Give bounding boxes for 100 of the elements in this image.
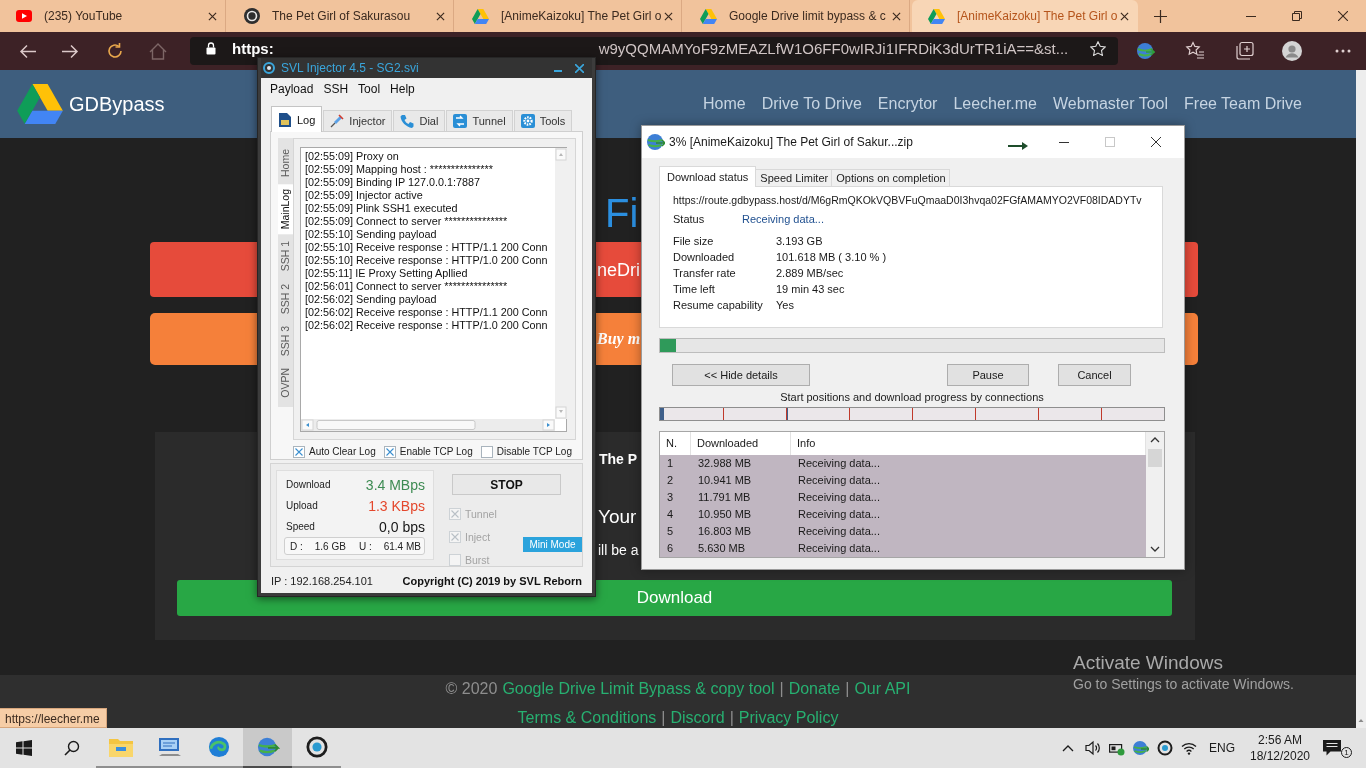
side-tab[interactable]: SSH 3: [278, 321, 293, 362]
more-icon[interactable]: [1335, 49, 1351, 53]
side-tab[interactable]: OVPN: [278, 363, 293, 404]
table-row[interactable]: 4 10.950 MB Receiving data...: [660, 506, 1146, 523]
total-label: D :: [290, 540, 303, 552]
clock-date[interactable]: 18/12/2020: [1249, 748, 1311, 764]
star-list-icon[interactable]: [1185, 41, 1205, 61]
plus-icon[interactable]: [1154, 9, 1167, 23]
close-icon[interactable]: [892, 11, 901, 21]
nav-link[interactable]: Leecher.me: [953, 95, 1037, 113]
tab[interactable]: Tools: [513, 110, 573, 131]
footer-link[interactable]: Privacy Policy: [738, 708, 839, 728]
menu-item[interactable]: Payload: [270, 82, 314, 96]
tab[interactable]: Download status: [659, 166, 757, 187]
ring-icon[interactable]: [1157, 740, 1173, 756]
side-tab[interactable]: SSH 1: [278, 236, 293, 277]
nav-link[interactable]: Drive To Drive: [761, 95, 862, 113]
url-text: https:: [232, 41, 274, 56]
log-line: [02:55:10] Sending payload: [305, 228, 438, 241]
tab[interactable]: Dial: [393, 110, 446, 131]
avatar-icon[interactable]: [1282, 41, 1302, 61]
log-line: [02:55:09] Mapping host : ***************: [305, 163, 494, 176]
checkbox[interactable]: [383, 445, 396, 458]
table-row[interactable]: 2 10.941 MB Receiving data...: [660, 472, 1146, 489]
minimize-icon[interactable]: [1246, 15, 1256, 17]
side-tab[interactable]: SSH 2: [278, 278, 293, 319]
speaker-icon[interactable]: [1085, 740, 1101, 756]
menu-item[interactable]: Help: [390, 82, 415, 96]
language-indicator[interactable]: ENG: [1209, 741, 1235, 755]
checkbox-label[interactable]: Auto Clear Log: [309, 446, 376, 457]
table-cell-text: 6: [666, 541, 674, 556]
play-icon: [16, 10, 32, 22]
stop-button[interactable]: STOP: [452, 474, 561, 495]
footer-link[interactable]: Google Drive Limit Bypass & copy tool: [502, 678, 775, 700]
side-tab[interactable]: MainLog: [278, 184, 293, 235]
nav-link[interactable]: Home: [702, 95, 746, 113]
hide-details-button[interactable]: << Hide details: [672, 364, 810, 386]
refresh-icon[interactable]: [106, 42, 124, 60]
globe-icon[interactable]: [1133, 740, 1149, 756]
nav-link[interactable]: Webmaster Tool: [1053, 95, 1169, 113]
tab[interactable]: Injector: [323, 110, 393, 131]
footer-link[interactable]: Our API: [854, 678, 911, 700]
close-icon[interactable]: [1338, 11, 1348, 21]
four-panes-icon[interactable]: [16, 740, 32, 756]
pause-button[interactable]: Pause: [947, 364, 1029, 386]
notification-icon[interactable]: [1323, 740, 1341, 756]
menu-item[interactable]: Tool: [358, 82, 381, 96]
vertical-scrollbar[interactable]: [555, 148, 567, 419]
close-icon[interactable]: [1120, 11, 1129, 21]
tab[interactable]: Options on completion: [832, 169, 950, 186]
scrollbar[interactable]: [1356, 70, 1366, 728]
nav-link[interactable]: Encrytor: [877, 95, 938, 113]
site-logo-text[interactable]: GDBypass: [69, 92, 165, 116]
footer-link[interactable]: Discord: [670, 708, 725, 728]
log-line: [02:55:09] Binding IP 127.0.0.1:7887: [305, 176, 482, 189]
close-icon[interactable]: [436, 11, 445, 21]
horizontal-scrollbar[interactable]: [301, 419, 555, 431]
tab[interactable]: Tunnel: [446, 110, 513, 131]
table-cell-text: 4: [666, 507, 674, 522]
table-cell-text: 10.950 MB: [697, 507, 752, 522]
field-label: Time left: [673, 282, 716, 297]
checkbox[interactable]: [480, 445, 493, 458]
forward-icon[interactable]: [61, 42, 79, 60]
cancel-button[interactable]: Cancel: [1058, 364, 1131, 386]
table-row[interactable]: 1 32.988 MB Receiving data...: [660, 455, 1146, 472]
log-line: [02:55:09] Connect to server ***************: [305, 215, 509, 228]
triangle-logo-icon[interactable]: [17, 84, 63, 124]
home-icon[interactable]: [149, 42, 167, 60]
close-icon[interactable]: [664, 11, 673, 21]
table-cell-text: 3: [666, 490, 674, 505]
search-icon[interactable]: [64, 740, 80, 756]
checkbox-label[interactable]: Disable TCP Log: [496, 446, 572, 457]
nav-link[interactable]: Free Team Drive: [1184, 95, 1302, 113]
star-icon[interactable]: [1090, 41, 1106, 56]
table-row[interactable]: 3 11.791 MB Receiving data...: [660, 489, 1146, 506]
chevron-up-icon[interactable]: [1062, 744, 1074, 752]
restore-icon[interactable]: [1292, 11, 1302, 21]
collections-icon[interactable]: [1235, 41, 1255, 61]
table-row[interactable]: 6 5.630 MB Receiving data...: [660, 540, 1146, 557]
side-tab[interactable]: Home: [278, 144, 293, 182]
vertical-scrollbar[interactable]: [1146, 432, 1164, 557]
menu-item[interactable]: SSH: [323, 82, 349, 96]
close-icon[interactable]: [1151, 137, 1161, 147]
footer-link[interactable]: Terms & Conditions: [517, 708, 657, 728]
tab[interactable]: Speed Limiter: [756, 169, 833, 186]
back-icon[interactable]: [19, 42, 37, 60]
tab[interactable]: Log: [271, 106, 323, 132]
close-icon[interactable]: [208, 11, 217, 21]
table-cell-text: Receiving data...: [797, 490, 880, 505]
wifi-icon[interactable]: [1181, 740, 1197, 756]
separator: |: [779, 679, 784, 699]
checkbox[interactable]: [293, 445, 305, 458]
arrow-icon[interactable]: [1008, 142, 1028, 150]
clock-time[interactable]: 2:56 AM: [1258, 732, 1302, 748]
globe-icon[interactable]: [1135, 41, 1155, 61]
footer-link[interactable]: Donate: [788, 678, 841, 700]
table-row[interactable]: 5 16.803 MB Receiving data...: [660, 523, 1146, 540]
browser-tab[interactable]: [AnimeKaizoku] The Pet Girl o: [912, 0, 1138, 32]
minimize-icon[interactable]: [1059, 141, 1069, 143]
checkbox-label[interactable]: Enable TCP Log: [399, 446, 473, 457]
